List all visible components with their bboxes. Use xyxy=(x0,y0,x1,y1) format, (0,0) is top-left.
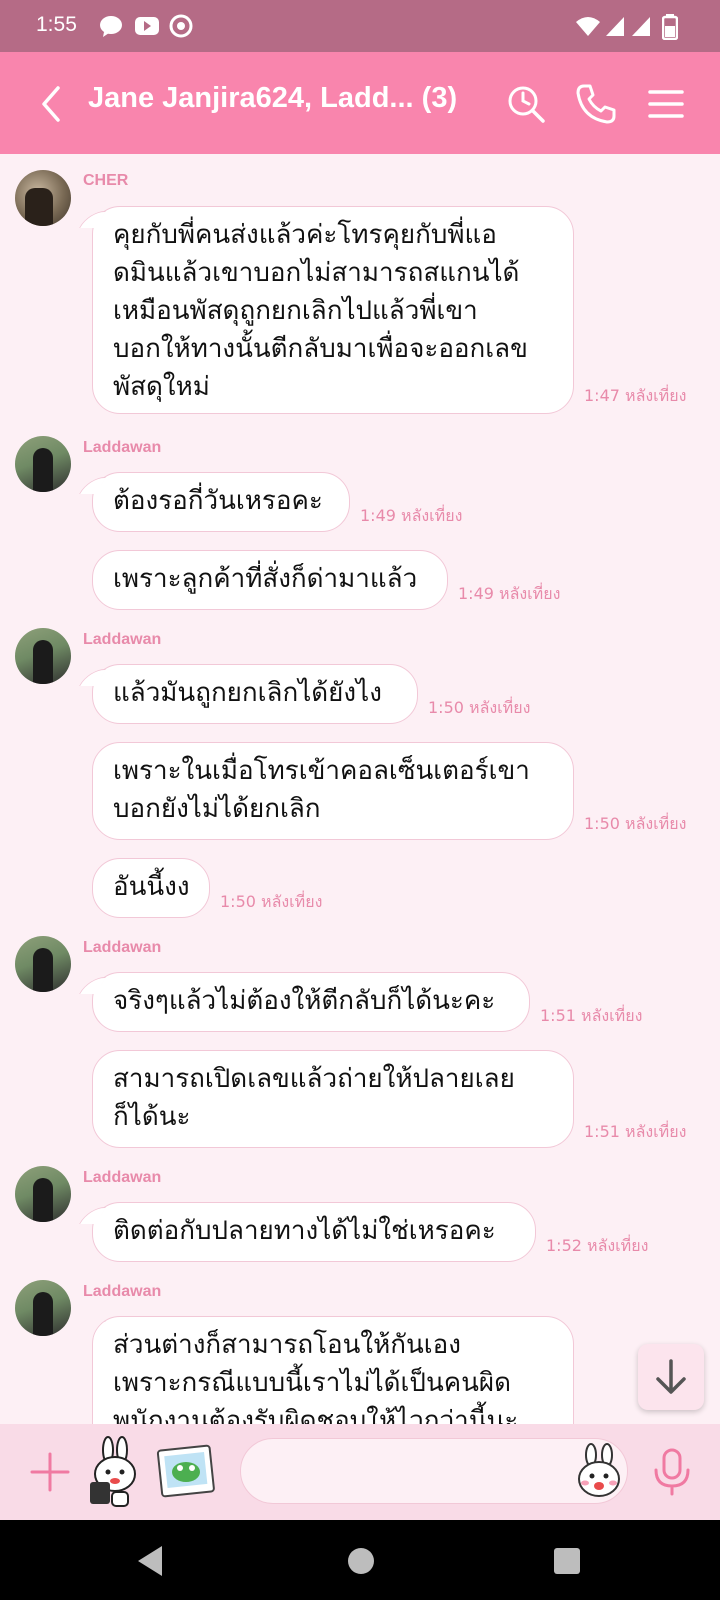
message-line: เพราะในเมื่อโทรเข้าคอลเซ็นเตอร์เขา xyxy=(113,756,530,786)
message-line: ต้องรอกี่วันเหรอคะ xyxy=(113,486,323,516)
message-time: 1:49 หลังเที่ยง xyxy=(360,506,463,525)
message-bubble[interactable]: คุยกับพี่คนส่งแล้วค่ะโทรคุยกับพี่แอ ดมิน… xyxy=(92,206,574,414)
message-line: ส่วนต่างก็สามารถโอนให้กันเอง xyxy=(113,1330,461,1360)
chat-area[interactable]: CHER คุยกับพี่คนส่งแล้วค่ะโทรคุยกับพี่แอ… xyxy=(0,154,720,1424)
sender-name: Laddawan xyxy=(83,1169,162,1186)
signal-icon-2 xyxy=(632,17,650,36)
avatar[interactable] xyxy=(15,628,71,684)
message-line: สามารถเปิดเลขแล้วถ่ายให้ปลายเลย xyxy=(113,1064,515,1094)
chat-header: Jane Janjira624, Ladd... (3) xyxy=(0,52,720,154)
hamburger-menu-icon[interactable] xyxy=(644,80,692,128)
message-time: 1:47 หลังเที่ยง xyxy=(584,386,687,405)
phone-icon[interactable] xyxy=(572,80,620,128)
back-triangle-icon[interactable] xyxy=(134,1544,166,1578)
scroll-to-bottom-button[interactable] xyxy=(638,1344,704,1410)
signal-icon xyxy=(606,17,624,36)
avatar[interactable] xyxy=(15,1166,71,1222)
avatar[interactable] xyxy=(15,936,71,992)
sticker-icon[interactable] xyxy=(82,1436,146,1508)
wifi-icon xyxy=(576,17,600,36)
avatar[interactable] xyxy=(15,436,71,492)
message-time: 1:51 หลังเที่ยง xyxy=(584,1122,687,1141)
sender-name: Laddawan xyxy=(83,939,162,956)
message-line: แล้วมันถูกยกเลิกได้ยังไง xyxy=(113,678,382,708)
sender-name: Laddawan xyxy=(83,439,162,456)
message-notification-icon xyxy=(100,16,122,37)
message-bubble[interactable]: สามารถเปิดเลขแล้วถ่ายให้ปลายเลย ก็ได้นะ xyxy=(92,1050,574,1148)
message-time: 1:50 หลังเที่ยง xyxy=(584,814,687,833)
message-bubble[interactable]: เพราะลูกค้าที่สั่งก็ด่ามาแล้ว xyxy=(92,550,448,610)
message-bubble[interactable]: ต้องรอกี่วันเหรอคะ xyxy=(92,472,350,532)
message-line: เพราะกรณีแบบนี้เราไม่ได้เป็นคนผิด xyxy=(113,1368,511,1398)
message-time: 1:50 หลังเที่ยง xyxy=(220,892,323,911)
plus-icon[interactable] xyxy=(28,1450,72,1494)
message-bubble[interactable]: เพราะในเมื่อโทรเข้าคอลเซ็นเตอร์เขา บอกยั… xyxy=(92,742,574,840)
youtube-notification-icon xyxy=(135,17,159,35)
sender-name: Laddawan xyxy=(83,631,162,648)
message-line: ดมินแล้วเขาบอกไม่สามารถสแกนได้ xyxy=(113,258,520,288)
message-time: 1:49 หลังเที่ยง xyxy=(458,584,561,603)
message-line: ก็ได้นะ xyxy=(113,1102,191,1132)
message-line: คุยกับพี่คนส่งแล้วค่ะโทรคุยกับพี่แอ xyxy=(113,220,497,250)
message-line: เหมือนพัสดุถูกยกเลิกไปแล้วพี่เขา xyxy=(113,296,478,326)
message-time: 1:51 หลังเที่ยง xyxy=(540,1006,643,1025)
status-bar: 1:55 xyxy=(0,0,720,52)
arrow-down-icon xyxy=(656,1359,686,1394)
sender-name: CHER xyxy=(83,172,129,189)
message-time: 1:50 หลังเที่ยง xyxy=(428,698,531,717)
system-navigation-bar xyxy=(0,1520,720,1600)
microphone-icon[interactable] xyxy=(650,1446,694,1498)
sender-name: Laddawan xyxy=(83,1283,162,1300)
message-input[interactable] xyxy=(240,1438,628,1504)
recents-square-icon[interactable] xyxy=(552,1546,582,1576)
avatar[interactable] xyxy=(15,170,71,226)
avatar[interactable] xyxy=(15,1280,71,1336)
emoji-icon[interactable] xyxy=(571,1443,627,1501)
message-line: เพราะลูกค้าที่สั่งก็ด่ามาแล้ว xyxy=(113,564,418,594)
message-bubble[interactable]: อันนี้งง xyxy=(92,858,210,918)
message-line: จริงๆแล้วไม่ต้องให้ตีกลับก็ได้นะคะ xyxy=(113,986,496,1016)
message-bubble[interactable]: ติดต่อกับปลายทางได้ไม่ใช่เหรอคะ xyxy=(92,1202,536,1262)
home-circle-icon[interactable] xyxy=(346,1546,376,1576)
message-line: พนักงานต้องรับผิดชอบให้ไวกว่านี้นะ xyxy=(113,1406,519,1424)
gallery-icon[interactable] xyxy=(156,1442,216,1502)
message-bubble[interactable]: ส่วนต่างก็สามารถโอนให้กันเอง เพราะกรณีแบ… xyxy=(92,1316,574,1424)
chrome-notification-icon xyxy=(169,14,193,38)
message-bubble[interactable]: แล้วมันถูกยกเลิกได้ยังไง xyxy=(92,664,418,724)
battery-icon xyxy=(662,14,678,40)
message-bubble[interactable]: จริงๆแล้วไม่ต้องให้ตีกลับก็ได้นะคะ xyxy=(92,972,530,1032)
message-time: 1:52 หลังเที่ยง xyxy=(546,1236,649,1255)
chevron-left-icon[interactable] xyxy=(30,80,78,128)
message-line: ติดต่อกับปลายทางได้ไม่ใช่เหรอคะ xyxy=(113,1216,496,1246)
message-line: บอกให้ทางนั้นตีกลับมาเพื่อจะออกเลข xyxy=(113,334,528,364)
search-clock-icon[interactable] xyxy=(502,80,550,128)
message-line: บอกยังไม่ได้ยกเลิก xyxy=(113,794,321,824)
status-time: 1:55 xyxy=(36,13,77,36)
message-line: พัสดุใหม่ xyxy=(113,372,210,402)
message-line: อันนี้งง xyxy=(113,872,190,902)
chat-title: Jane Janjira624, Ladd... (3) xyxy=(88,82,458,114)
message-input-bar xyxy=(0,1424,720,1520)
